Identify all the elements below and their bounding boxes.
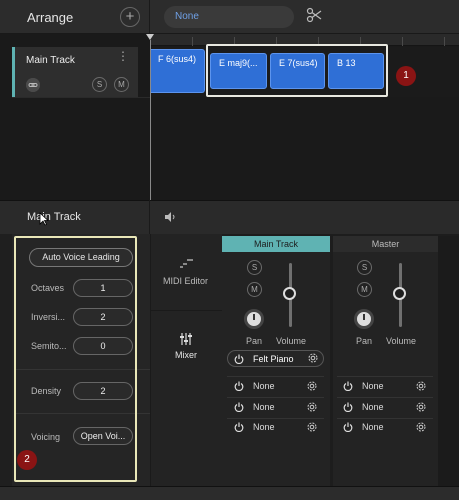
- add-track-button[interactable]: +: [120, 7, 140, 27]
- track-solo-button[interactable]: S: [92, 77, 107, 92]
- main-channel-header[interactable]: Main Track: [222, 236, 330, 252]
- selection-highlight: [206, 44, 388, 97]
- track-name: Main Track: [26, 55, 75, 66]
- chord-set-select[interactable]: None: [164, 6, 294, 28]
- chord-set-value: None: [175, 11, 199, 22]
- slot-settings-icon[interactable]: [306, 380, 318, 392]
- callout-badge-2: 2: [17, 450, 37, 470]
- master-mute-button[interactable]: M: [357, 282, 372, 297]
- mixer-icon[interactable]: [180, 333, 192, 345]
- master-channel-header[interactable]: Master: [333, 236, 438, 252]
- main-mute-button[interactable]: M: [247, 282, 262, 297]
- inspector-highlight: [14, 236, 137, 482]
- slot-label: None: [362, 402, 384, 412]
- slot-settings-icon[interactable]: [306, 421, 318, 433]
- slot-settings-icon[interactable]: [415, 380, 427, 392]
- master-volume-label: Volume: [386, 336, 417, 346]
- main-pan-knob[interactable]: [244, 309, 264, 329]
- panel-divider: [149, 200, 150, 234]
- slot-label: None: [253, 422, 275, 432]
- switcher-divider: [150, 310, 222, 311]
- slot-power-icon[interactable]: [234, 402, 244, 412]
- mouse-cursor-icon: [39, 212, 49, 226]
- slot-power-icon[interactable]: [234, 422, 244, 432]
- master-channel: [333, 252, 438, 486]
- inspector-gutter: [0, 234, 12, 486]
- editor-switcher: [150, 234, 222, 486]
- bottom-toolbar: [0, 486, 459, 500]
- scissors-icon[interactable]: [306, 7, 322, 23]
- instrument-settings-icon[interactable]: [307, 352, 319, 364]
- playhead-handle[interactable]: [146, 34, 154, 40]
- ruler-tick: [402, 37, 403, 46]
- main-pan-label: Pan: [246, 336, 263, 346]
- main-solo-button[interactable]: S: [247, 260, 262, 275]
- playhead-line: [150, 40, 151, 200]
- header-divider: [149, 0, 150, 34]
- main-track-channel: [222, 252, 330, 486]
- ruler-tick: [192, 37, 193, 46]
- slot-power-icon[interactable]: [343, 402, 353, 412]
- slot-label: None: [253, 402, 275, 412]
- master-solo-button[interactable]: S: [357, 260, 372, 275]
- instrument-power-icon[interactable]: [234, 354, 244, 364]
- slot-label: None: [362, 381, 384, 391]
- arrange-title: Arrange: [27, 10, 74, 25]
- slot-power-icon[interactable]: [343, 381, 353, 391]
- midi-editor-icon[interactable]: [180, 258, 194, 268]
- mixer-scroll-area: [438, 236, 459, 486]
- midi-editor-tab[interactable]: MIDI Editor: [163, 276, 208, 286]
- slot-label: None: [362, 422, 384, 432]
- main-volume-fader[interactable]: [283, 287, 296, 300]
- link-icon[interactable]: [26, 78, 40, 92]
- master-volume-fader[interactable]: [393, 287, 406, 300]
- slot-label: None: [253, 381, 275, 391]
- slot-power-icon[interactable]: [234, 381, 244, 391]
- chord-block[interactable]: F 6(sus4): [150, 49, 205, 93]
- ruler-tick: [444, 37, 445, 46]
- track-menu-icon[interactable]: ⋮: [117, 50, 129, 62]
- track-separator: [12, 97, 150, 98]
- instrument-name: Felt Piano: [253, 354, 294, 364]
- slot-settings-icon[interactable]: [415, 421, 427, 433]
- panel-title: Main Track: [27, 211, 81, 223]
- slot-power-icon[interactable]: [343, 422, 353, 432]
- slot-settings-icon[interactable]: [415, 401, 427, 413]
- master-pan-knob[interactable]: [354, 309, 374, 329]
- main-volume-label: Volume: [276, 336, 307, 346]
- mixer-tab[interactable]: Mixer: [175, 350, 197, 360]
- callout-badge-1: 1: [396, 66, 416, 86]
- speaker-icon[interactable]: [165, 212, 177, 222]
- master-pan-label: Pan: [356, 336, 373, 346]
- track-mute-button[interactable]: M: [114, 77, 129, 92]
- slot-settings-icon[interactable]: [306, 401, 318, 413]
